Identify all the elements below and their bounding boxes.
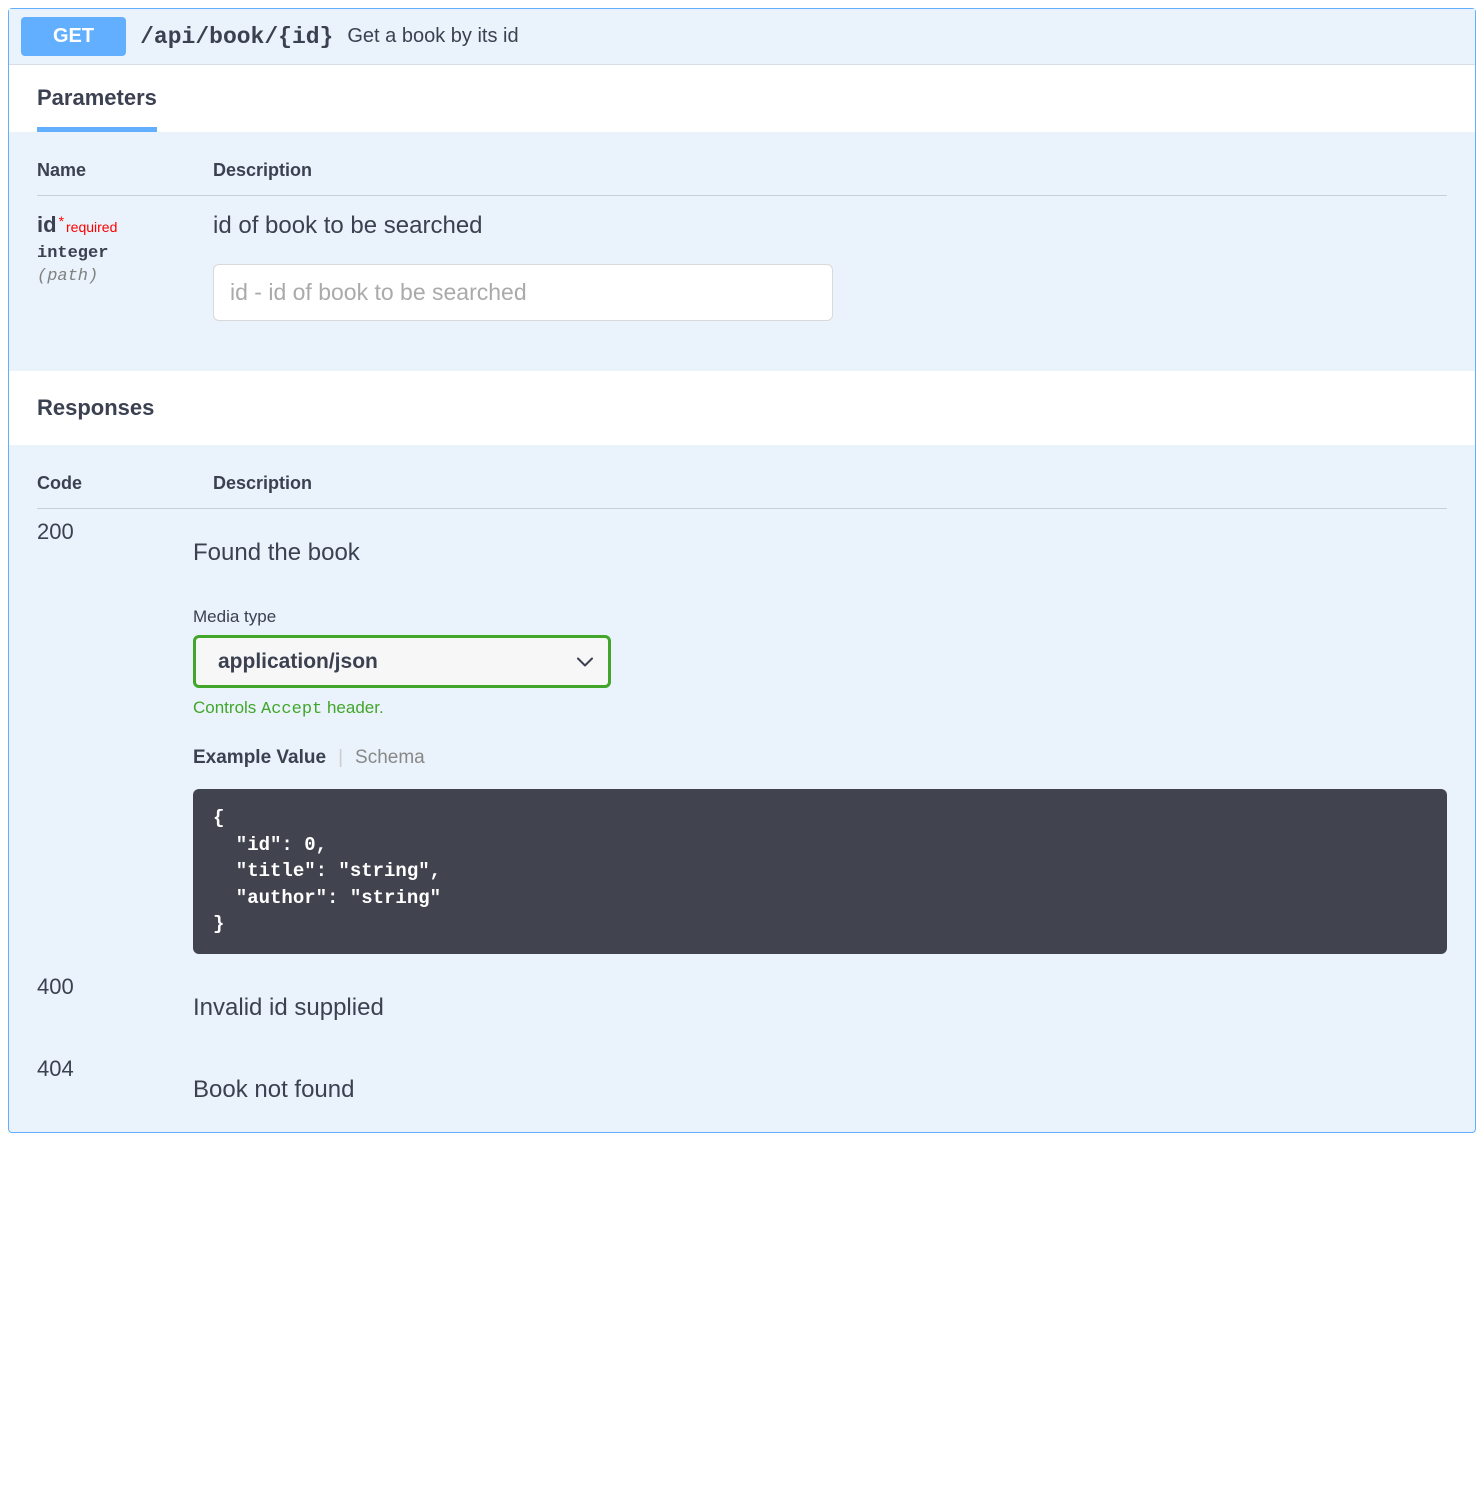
example-schema-tabs: Example Value | Schema <box>193 747 1447 769</box>
header-code: Code <box>37 473 213 494</box>
parameter-name-cell: id*required integer (path) <box>37 212 213 321</box>
response-code: 200 <box>37 519 193 954</box>
response-description: Book not found <box>193 1076 1447 1104</box>
example-code-block[interactable]: { "id": 0, "title": "string", "author": … <box>193 789 1447 954</box>
header-description: Description <box>213 473 1447 494</box>
responses-section-header: Responses <box>9 371 1475 445</box>
response-description: Invalid id supplied <box>193 994 1447 1022</box>
parameter-type: integer <box>37 244 213 263</box>
response-row: 404 Book not found <box>37 1022 1447 1104</box>
example-value-tab[interactable]: Example Value <box>193 747 326 769</box>
parameter-location: (path) <box>37 267 213 286</box>
parameters-section-header: Parameters <box>9 64 1475 132</box>
parameter-description: id of book to be searched <box>213 212 1447 240</box>
responses-content: Code Description 200 Found the book Medi… <box>9 445 1475 1132</box>
accept-header-hint: Controls Accept header. <box>193 698 1447 719</box>
header-description: Description <box>213 160 1447 181</box>
parameter-description-cell: id of book to be searched <box>213 212 1447 321</box>
endpoint-panel: GET /api/book/{id} Get a book by its id … <box>8 8 1476 1133</box>
schema-tab[interactable]: Schema <box>355 747 425 769</box>
tab-separator: | <box>338 747 343 769</box>
parameter-input[interactable] <box>213 264 833 321</box>
response-description-cell: Invalid id supplied <box>193 974 1447 1022</box>
response-description-cell: Book not found <box>193 1056 1447 1104</box>
endpoint-path: /api/book/{id} <box>140 24 333 50</box>
responses-table-header: Code Description <box>37 473 1447 509</box>
endpoint-summary: Get a book by its id <box>347 25 518 48</box>
header-name: Name <box>37 160 213 181</box>
response-code: 400 <box>37 974 193 1022</box>
parameter-name: id <box>37 212 57 237</box>
response-row: 400 Invalid id supplied <box>37 954 1447 1022</box>
response-description: Found the book <box>193 539 1447 567</box>
endpoint-header[interactable]: GET /api/book/{id} Get a book by its id <box>9 9 1475 64</box>
response-code: 404 <box>37 1056 193 1104</box>
http-method-badge: GET <box>21 17 126 56</box>
media-type-select-wrap: application/json <box>193 635 611 688</box>
parameters-tab[interactable]: Parameters <box>37 85 157 132</box>
media-type-select[interactable]: application/json <box>193 635 611 688</box>
response-description-cell: Found the book Media type application/js… <box>193 519 1447 954</box>
parameters-content: Name Description id*required integer (pa… <box>9 132 1475 371</box>
parameter-row: id*required integer (path) id of book to… <box>37 196 1447 321</box>
media-type-label: Media type <box>193 607 1447 627</box>
response-row: 200 Found the book Media type applicatio… <box>37 509 1447 954</box>
required-star-icon: * <box>59 213 64 229</box>
parameters-table-header: Name Description <box>37 160 1447 196</box>
required-label: required <box>66 219 117 235</box>
